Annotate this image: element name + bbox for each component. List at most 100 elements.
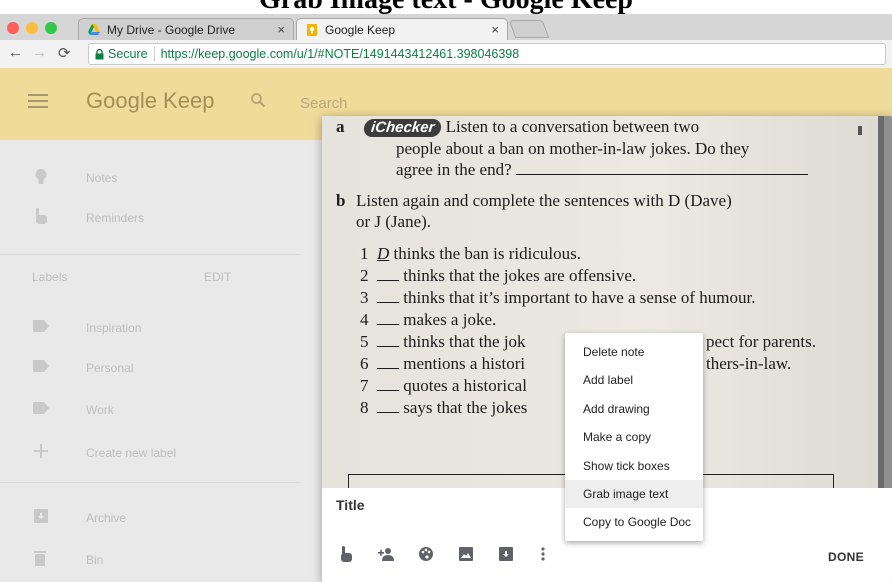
answer-blank: [377, 302, 399, 303]
forward-arrow-icon[interactable]: →: [32, 44, 47, 61]
sidebar-item-label: Reminders: [86, 211, 145, 225]
item-number: 5: [360, 332, 369, 351]
item-text: mentions a histori: [403, 354, 526, 373]
image-icon[interactable]: [458, 546, 476, 564]
answer-blank: [377, 324, 399, 325]
tab-google-keep[interactable]: Google Keep ×: [296, 18, 508, 40]
edit-labels-button[interactable]: EDIT: [204, 270, 231, 284]
main-menu-icon[interactable]: [28, 94, 48, 108]
exercise-item: 8 says that the jokes: [360, 397, 527, 418]
tab-close-icon[interactable]: ×: [491, 22, 499, 37]
google-keep-icon: [305, 23, 319, 37]
sidebar-item-create-label[interactable]: Create new label: [0, 433, 300, 473]
sidebar-item-label: Archive: [86, 511, 127, 525]
answer-blank: [377, 368, 399, 369]
sidebar-item-personal[interactable]: Personal: [0, 348, 300, 388]
tab-label: Google Keep: [325, 22, 396, 37]
search-icon[interactable]: [250, 92, 266, 113]
item-text: thinks the ban is ridiculous.: [393, 244, 581, 263]
exercise-b-letter: b: [336, 191, 346, 210]
exercise-item: 7 quotes a historical: [360, 375, 527, 396]
answer-blank: [377, 280, 399, 281]
back-arrow-icon[interactable]: ←: [8, 44, 23, 61]
reminder-hand-icon: [33, 208, 49, 224]
labels-heading: Labels: [32, 270, 68, 284]
sidebar-item-label: Inspiration: [86, 321, 142, 335]
exercise-item: 6 mentions a histori: [360, 353, 525, 374]
sidebar-item-label: Bin: [86, 553, 104, 567]
new-tab-button[interactable]: [508, 20, 550, 38]
menu-item-show-tick-boxes[interactable]: Show tick boxes: [565, 452, 703, 480]
palette-icon[interactable]: [418, 546, 436, 564]
answer-blank: [377, 346, 399, 347]
item-text-tail: pect for parents.: [706, 332, 816, 351]
item-number: 2: [360, 266, 369, 285]
sidebar-item-bin[interactable]: Bin: [0, 540, 300, 580]
pin-icon[interactable]: [858, 126, 862, 135]
item-text: says that the jokes: [403, 398, 528, 417]
google-drive-icon: [87, 23, 101, 37]
item-answer: D: [377, 244, 390, 263]
done-button[interactable]: DONE: [828, 550, 864, 564]
menu-item-make-copy[interactable]: Make a copy: [565, 423, 703, 451]
remind-me-icon[interactable]: [338, 546, 356, 564]
sidebar-divider: [0, 482, 300, 483]
sidebar-item-inspiration[interactable]: Inspiration: [0, 308, 300, 348]
menu-item-add-label[interactable]: Add label: [565, 366, 703, 394]
sidebar-item-work[interactable]: Work: [0, 390, 300, 430]
browser-chrome: My Drive - Google Drive × Google Keep × …: [0, 14, 892, 68]
item-number: 1: [360, 244, 369, 263]
close-window-button[interactable]: [7, 22, 19, 34]
menu-item-grab-image-text[interactable]: Grab image text: [565, 479, 703, 509]
archive-icon[interactable]: [498, 546, 516, 564]
exercise-a-line2: people about a ban on mother-in-law joke…: [396, 139, 750, 158]
sidebar-item-label: Personal: [86, 361, 134, 375]
keep-app: Google Keep Search Notes Reminders Label…: [0, 68, 892, 582]
sidebar-item-label: Notes: [86, 171, 118, 185]
item-number: 6: [360, 354, 369, 373]
plus-icon: [33, 443, 49, 459]
exercise-a-text: Listen to a conversation between two: [445, 117, 700, 136]
label-icon: [33, 400, 49, 416]
minimize-window-button[interactable]: [26, 22, 38, 34]
exercise-item: 5 thinks that the jok: [360, 331, 526, 352]
exercise-item: 1 D thinks the ban is ridiculous.: [360, 243, 581, 264]
more-icon[interactable]: [540, 546, 558, 564]
sidebar-item-notes[interactable]: Notes: [0, 158, 300, 198]
item-text-tail: thers-in-law.: [706, 354, 792, 373]
tab-label: My Drive - Google Drive: [107, 22, 236, 37]
note-title-input[interactable]: Title: [336, 497, 365, 513]
maximize-window-button[interactable]: [45, 22, 57, 34]
search-input[interactable]: Search: [300, 95, 348, 112]
archive-icon: [33, 508, 49, 524]
collaborator-icon[interactable]: [378, 546, 396, 564]
reload-icon[interactable]: ⟳: [58, 44, 71, 62]
address-bar[interactable]: Secure https://keep.google.com/u/1/#NOTE…: [88, 43, 886, 65]
sidebar-item-reminders[interactable]: Reminders: [0, 198, 300, 238]
note-more-menu: Delete note Add label Add drawing Make a…: [565, 333, 703, 541]
item-number: 7: [360, 376, 369, 395]
answer-blank: [377, 412, 399, 413]
exercise-item: 3 thinks that it’s important to have a s…: [360, 287, 755, 308]
exercise-a-letter: a: [336, 117, 345, 136]
item-text: quotes a historical: [403, 376, 527, 395]
tab-google-drive[interactable]: My Drive - Google Drive ×: [78, 18, 294, 40]
exercise-item: 4 makes a joke.: [360, 309, 496, 330]
sidebar-item-label: Work: [86, 403, 114, 417]
note-scrollbar[interactable]: [878, 116, 892, 488]
answer-blank: [515, 174, 808, 175]
ichecker-badge: iChecker: [363, 119, 443, 137]
lightbulb-icon: [33, 168, 49, 184]
address-divider: [153, 47, 155, 61]
menu-item-delete-note[interactable]: Delete note: [565, 338, 703, 366]
exercise-a-line3: agree in the end?: [396, 159, 808, 180]
sidebar-divider: [0, 254, 300, 255]
exercise-b-line1: Listen again and complete the sentences …: [356, 191, 732, 210]
app-brand: Google Keep: [86, 88, 215, 113]
menu-item-copy-to-google-doc[interactable]: Copy to Google Doc: [565, 508, 703, 536]
item-number: 3: [360, 288, 369, 307]
sidebar-item-archive[interactable]: Archive: [0, 498, 300, 538]
exercise-b-line2: or J (Jane).: [356, 212, 432, 231]
tab-close-icon[interactable]: ×: [277, 22, 285, 37]
menu-item-add-drawing[interactable]: Add drawing: [565, 395, 703, 423]
